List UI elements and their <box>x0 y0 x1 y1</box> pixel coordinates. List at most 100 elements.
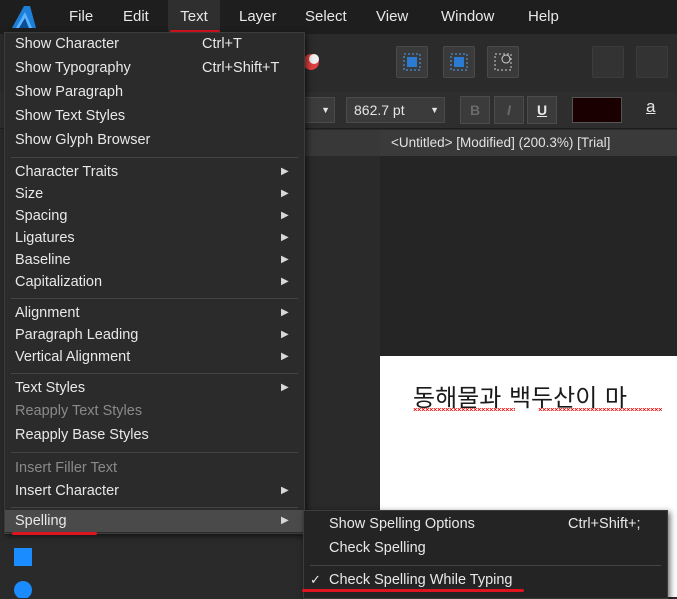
menu-item-label: Spacing <box>15 208 68 224</box>
spelling-error-underline <box>538 408 662 411</box>
menu-item-ligatures[interactable]: Ligatures ▶ <box>5 227 304 249</box>
transform-button[interactable] <box>487 46 519 78</box>
menu-item-label: Insert Character <box>15 483 119 499</box>
menu-item-label: Reapply Text Styles <box>15 403 143 419</box>
menu-item-label: Vertical Alignment <box>15 349 131 365</box>
menu-item-paragraph-leading[interactable]: Paragraph Leading ▶ <box>5 324 304 346</box>
chevron-down-icon: ▼ <box>321 105 330 115</box>
menu-item-label: Insert Filler Text <box>15 460 118 476</box>
menu-item-label: Show Typography <box>15 60 131 76</box>
menu-item-spacing[interactable]: Spacing ▶ <box>5 205 304 227</box>
chevron-right-icon: ▶ <box>281 166 289 177</box>
font-style-dropdown[interactable]: ▼ <box>303 97 335 123</box>
chevron-right-icon: ▶ <box>281 232 289 243</box>
chevron-right-icon: ▶ <box>281 210 289 221</box>
menu-item-label: Capitalization <box>15 274 103 290</box>
menu-item-label: Show Glyph Browser <box>15 132 151 148</box>
menu-item-label: Baseline <box>15 252 71 268</box>
annotation-underline-spelling <box>12 532 97 535</box>
menu-item-character-traits[interactable]: Character Traits ▶ <box>5 161 304 183</box>
chevron-down-icon: ▼ <box>430 105 439 115</box>
underline-button[interactable]: U <box>527 96 557 124</box>
menu-select[interactable]: Select <box>305 0 347 34</box>
italic-button[interactable]: I <box>494 96 524 124</box>
menu-separator <box>11 298 298 299</box>
transform-icon <box>494 53 512 71</box>
rectangle-tool-icon[interactable] <box>13 547 33 567</box>
menu-item-baseline[interactable]: Baseline ▶ <box>5 249 304 271</box>
menu-item-insert-filler-text[interactable]: Insert Filler Text <box>5 457 304 479</box>
align-top-button[interactable] <box>396 46 428 78</box>
menu-item-label: Show Character <box>15 36 119 52</box>
menu-item-shortcut: Ctrl+T <box>202 36 242 52</box>
menu-item-text-styles[interactable]: Text Styles ▶ <box>5 377 304 399</box>
affinity-logo-icon[interactable] <box>10 4 38 30</box>
menu-edit[interactable]: Edit <box>123 0 149 34</box>
chevron-right-icon: ▶ <box>281 307 289 318</box>
menu-item-label: Check Spelling <box>329 540 426 556</box>
text-color-swatch[interactable] <box>572 97 622 123</box>
menu-item-label: Alignment <box>15 305 80 321</box>
menu-item-show-spelling-options[interactable]: Show Spelling Options Ctrl+Shift+; <box>304 512 667 536</box>
menu-separator <box>310 565 661 566</box>
menu-text[interactable]: Text <box>168 0 220 34</box>
menu-item-label: Text Styles <box>15 380 86 396</box>
side-panel-header <box>300 130 380 156</box>
menu-item-insert-character[interactable]: Insert Character ▶ <box>5 480 304 502</box>
menu-file[interactable]: File <box>69 0 93 34</box>
menu-item-label: Paragraph Leading <box>15 327 139 343</box>
annotation-underline-check-spelling-while-typing <box>302 589 524 592</box>
ellipse-tool-icon[interactable] <box>13 580 33 598</box>
bold-button[interactable]: B <box>460 96 490 124</box>
align-middle-button[interactable] <box>443 46 475 78</box>
menu-item-show-character[interactable]: Show Character Ctrl+T <box>5 33 304 55</box>
canvas-background <box>380 156 677 356</box>
menu-item-show-paragraph[interactable]: Show Paragraph <box>5 81 304 103</box>
menu-item-reapply-text-styles[interactable]: Reapply Text Styles <box>5 400 304 422</box>
menu-item-label: Show Spelling Options <box>329 516 475 532</box>
chevron-right-icon: ▶ <box>281 382 289 393</box>
menu-item-show-text-styles[interactable]: Show Text Styles <box>5 105 304 127</box>
menu-separator <box>11 507 298 508</box>
document-tab[interactable]: <Untitled> [Modified] (200.3%) [Trial] <box>380 130 677 156</box>
menu-layer[interactable]: Layer <box>239 0 277 34</box>
menu-window[interactable]: Window <box>441 0 494 34</box>
menu-separator <box>11 452 298 453</box>
font-size-value: 862.7 pt <box>354 102 405 118</box>
menu-item-shortcut: Ctrl+Shift+; <box>568 516 641 532</box>
menu-item-label: Spelling <box>15 513 67 529</box>
menu-item-capitalization[interactable]: Capitalization ▶ <box>5 271 304 293</box>
chevron-right-icon: ▶ <box>281 515 289 526</box>
spelling-submenu: Show Spelling Options Ctrl+Shift+; Check … <box>303 510 668 599</box>
menu-item-show-typography[interactable]: Show Typography Ctrl+Shift+T <box>5 57 304 79</box>
menu-item-label: Show Paragraph <box>15 84 124 100</box>
menu-item-vertical-alignment[interactable]: Vertical Alignment ▶ <box>5 346 304 368</box>
align-grid-icon <box>403 53 421 71</box>
toolbar-button-disabled[interactable] <box>636 46 668 78</box>
chevron-right-icon: ▶ <box>281 351 289 362</box>
toolbar-button-disabled[interactable] <box>592 46 624 78</box>
text-menu: Show Character Ctrl+T Show Typography Ctrl… <box>4 32 305 534</box>
chevron-right-icon: ▶ <box>281 276 289 287</box>
chevron-right-icon: ▶ <box>281 329 289 340</box>
menu-item-alignment[interactable]: Alignment ▶ <box>5 302 304 324</box>
menu-item-check-spelling[interactable]: Check Spelling <box>304 536 667 560</box>
chevron-right-icon: ▶ <box>281 254 289 265</box>
menu-help[interactable]: Help <box>528 0 559 34</box>
font-size-dropdown[interactable]: 862.7 pt ▼ <box>346 97 445 123</box>
menu-item-spelling[interactable]: Spelling ▶ <box>5 510 304 532</box>
menu-item-reapply-base-styles[interactable]: Reapply Base Styles <box>5 424 304 446</box>
menu-view[interactable]: View <box>376 0 408 34</box>
align-grid-icon <box>450 53 468 71</box>
text-decoration-button[interactable]: a <box>646 97 655 117</box>
tools-panel <box>0 532 300 598</box>
menu-separator <box>11 373 298 374</box>
menu-separator <box>11 157 298 158</box>
menu-item-label: Show Text Styles <box>15 108 126 124</box>
menu-item-size[interactable]: Size ▶ <box>5 183 304 205</box>
menu-bar: File Edit Text Layer Select View Window … <box>0 0 677 34</box>
menu-item-label: Size <box>15 186 44 202</box>
spelling-error-underline <box>413 408 515 411</box>
menu-item-label: Ligatures <box>15 230 75 246</box>
menu-item-show-glyph-browser[interactable]: Show Glyph Browser <box>5 129 304 151</box>
